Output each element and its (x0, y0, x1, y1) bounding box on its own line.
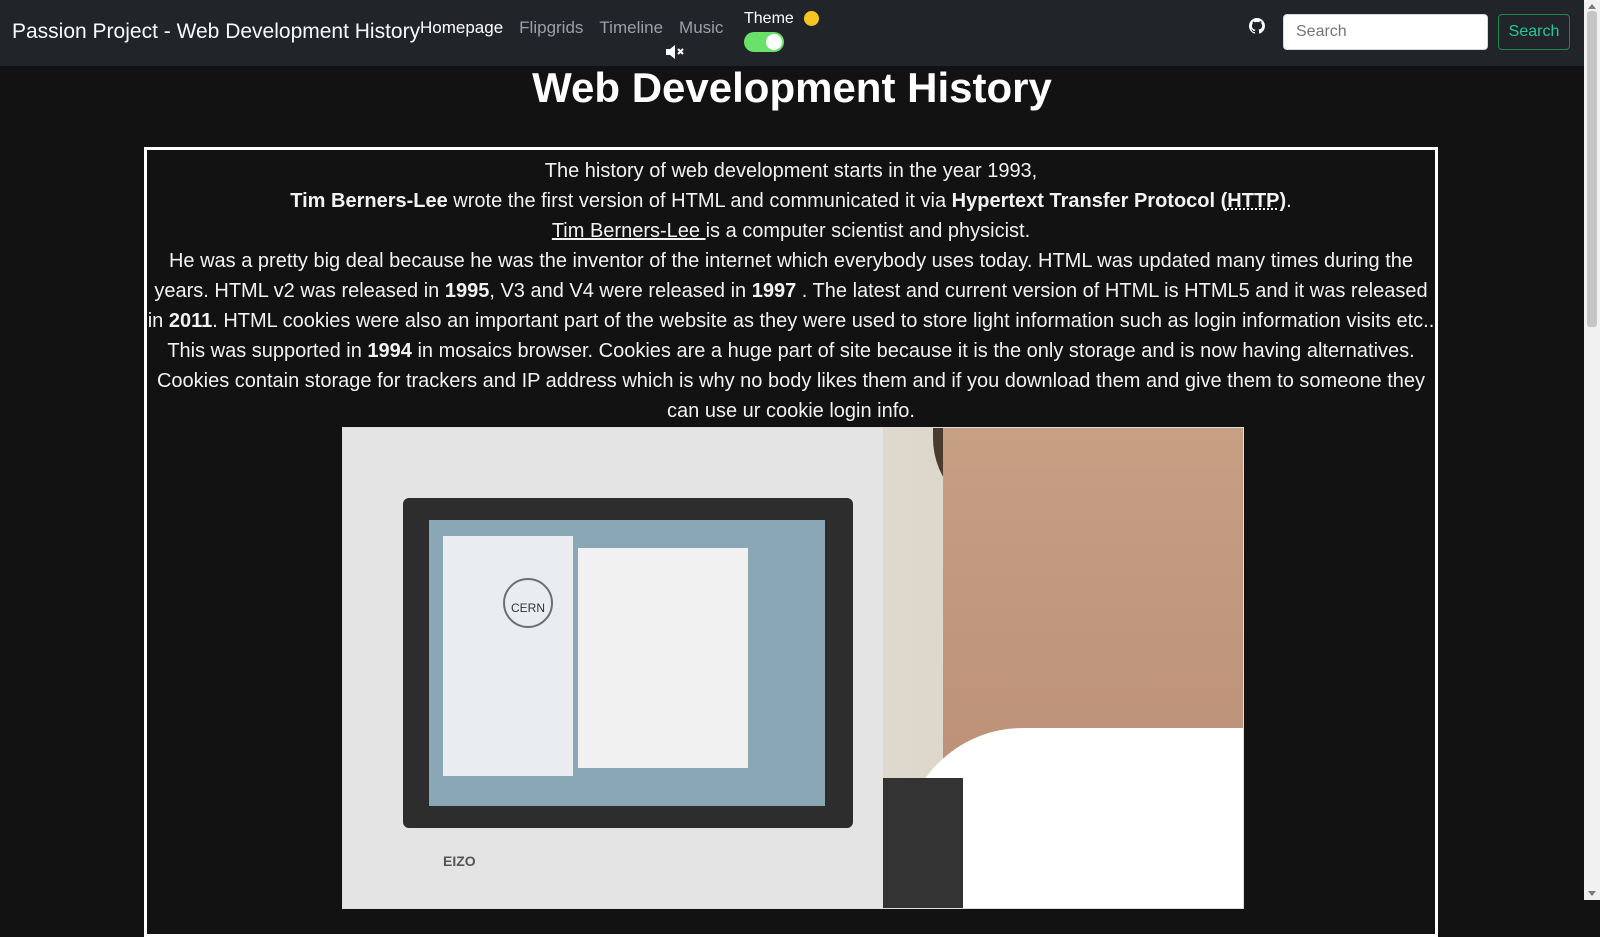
tim-berners-lee-link[interactable]: Tim Berners-Lee (552, 220, 706, 242)
person-name: Tim Berners-Lee (290, 190, 448, 212)
brand-title[interactable]: Passion Project - Web Development Histor… (12, 20, 420, 44)
monitor-brand: EIZO (443, 853, 476, 869)
scientist-line: Tim Berners-Lee is a computer scientist … (147, 216, 1435, 246)
tim-berners-lee-photo: CERN EIZO (342, 427, 1244, 909)
html-versions-paragraph: He was a pretty big deal because he was … (147, 246, 1435, 336)
nav-links: Homepage Flipgrids Timeline Music (420, 18, 723, 38)
year-1997: 1997 (751, 280, 797, 302)
year-2011: 2011 (168, 310, 213, 332)
cookies-text-a: This was supported in (167, 340, 368, 362)
nav-link-timeline[interactable]: Timeline (599, 18, 663, 38)
mute-icon[interactable] (665, 44, 685, 65)
scroll-up-arrow[interactable] (1588, 4, 1596, 9)
screen-window-left (443, 536, 573, 776)
protocol-name: Hypertext Transfer Protocol (HTTP) (952, 190, 1287, 212)
html-intro-line: Tim Berners-Lee wrote the first version … (147, 186, 1435, 216)
sun-icon (804, 11, 820, 27)
html-intro-end: . (1286, 190, 1292, 212)
intro-line: The history of web development starts in… (544, 160, 1038, 182)
http-abbr[interactable]: HTTP (1227, 190, 1279, 212)
year-1995: 1995 (444, 280, 490, 302)
year-1994: 1994 (367, 340, 412, 362)
versions-text-b: , V3 and V4 were released in (489, 280, 752, 302)
history-content: The history of web development starts in… (144, 147, 1438, 937)
navbar: Passion Project - Web Development Histor… (0, 0, 1584, 66)
search-button[interactable]: Search (1498, 14, 1570, 50)
cookies-paragraph: This was supported in 1994 in mosaics br… (147, 336, 1435, 426)
theme-label: Theme (744, 10, 794, 27)
search-input[interactable] (1283, 14, 1488, 50)
desk-object (883, 778, 963, 908)
scrollbar-thumb[interactable] (1587, 11, 1597, 327)
theme-toggle[interactable] (744, 32, 784, 52)
html-intro-text: wrote the first version of HTML and comm… (447, 190, 952, 212)
versions-text-d: . HTML cookies were also an important pa… (212, 310, 1435, 332)
page-title: Web Development History (532, 64, 1052, 111)
protocol-text: Hypertext Transfer Protocol ( (951, 190, 1228, 212)
cern-logo-text: CERN (510, 601, 545, 615)
scroll-down-arrow[interactable] (1588, 891, 1596, 896)
scientist-text: is a computer scientist and physicist. (705, 220, 1031, 242)
github-icon[interactable] (1249, 18, 1265, 39)
nav-link-homepage[interactable]: Homepage (420, 18, 503, 38)
screen-window-right (578, 548, 748, 768)
toggle-knob (766, 34, 782, 50)
nav-link-music[interactable]: Music (679, 18, 723, 38)
theme-switch[interactable]: Theme (744, 10, 820, 52)
nav-link-flipgrids[interactable]: Flipgrids (519, 18, 583, 38)
vertical-scrollbar[interactable] (1584, 0, 1600, 900)
